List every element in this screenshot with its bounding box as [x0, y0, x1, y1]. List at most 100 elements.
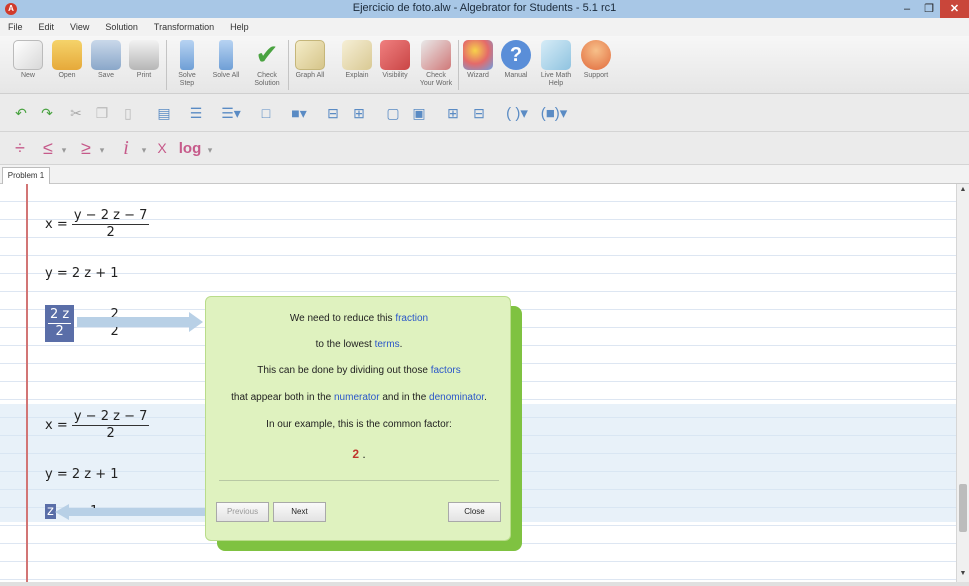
check-your-work-button[interactable]: Check Your Work [416, 38, 456, 92]
dialog-divider [219, 480, 499, 481]
menu-transformation[interactable]: Transformation [154, 22, 214, 32]
menu-view[interactable]: View [70, 22, 89, 32]
menu-file[interactable]: File [8, 22, 23, 32]
app-window: A Ejercicio de foto.alw - Algebrator for… [0, 0, 969, 586]
divide-button[interactable]: ÷ [10, 136, 30, 160]
imaginary-button[interactable]: i [118, 136, 134, 160]
matrix-icon[interactable]: ⊞ [442, 101, 464, 125]
undo-icon[interactable]: ↶ [10, 101, 32, 125]
geq-button[interactable]: ≥ [76, 136, 96, 160]
title-bar: A Ejercicio de foto.alw - Algebrator for… [0, 0, 969, 18]
menu-solution[interactable]: Solution [105, 22, 138, 32]
row-insert-icon[interactable]: ⊟ [322, 101, 344, 125]
menu-help[interactable]: Help [230, 22, 249, 32]
wizard-button[interactable]: Wizard [460, 38, 496, 92]
cut-icon[interactable]: ✂ [66, 101, 86, 125]
dialog-line-5: In our example, this is the common facto… [266, 419, 452, 430]
window-bottom-edge [0, 582, 969, 586]
problem-tab-bar: Problem 1 [0, 165, 969, 184]
link-factors[interactable]: factors [431, 365, 461, 376]
print-button[interactable]: Print [126, 38, 162, 92]
explanation-dialog: We need to reduce this fraction to the l… [205, 296, 511, 541]
redo-icon[interactable]: ↷ [36, 101, 58, 125]
copy-icon[interactable]: ❐ [92, 101, 112, 125]
row-delete-icon[interactable]: ⊞ [348, 101, 370, 125]
double-down-arrow-icon [219, 40, 233, 70]
parentheses-dropdown-icon[interactable]: ( )▾ [500, 101, 534, 125]
close-button[interactable]: ✕ [940, 0, 969, 18]
dialog-line-2: to the lowest terms. [315, 339, 403, 350]
previous-button[interactable]: Previous [216, 502, 269, 522]
box-filled-dropdown-icon[interactable]: ■▾ [282, 101, 316, 125]
vertical-scrollbar[interactable]: ▲ ▼ [956, 184, 969, 582]
layout-stack-icon[interactable]: ▤ [152, 101, 176, 125]
highlighted-fraction[interactable]: 2 z 2 [45, 305, 75, 342]
link-denominator[interactable]: denominator [429, 392, 484, 403]
link-terms[interactable]: terms [375, 339, 400, 350]
toolbar-separator [458, 40, 459, 90]
equation-lhs: x = [45, 217, 68, 232]
minimize-button[interactable]: – [896, 0, 918, 18]
matrix-alt-icon[interactable]: ⊟ [468, 101, 490, 125]
new-document-icon [13, 40, 43, 70]
maximize-button[interactable]: ❐ [918, 0, 940, 18]
box-icon[interactable]: □ [254, 101, 278, 125]
next-button[interactable]: Next [273, 502, 326, 522]
chevron-down-icon[interactable]: ▾ [204, 138, 216, 162]
frame-icon[interactable]: ▢ [382, 101, 404, 125]
tab-problem-1[interactable]: Problem 1 [2, 167, 50, 184]
menu-edit[interactable]: Edit [39, 22, 55, 32]
check-solution-button[interactable]: ✔ Check Solution [248, 38, 286, 92]
link-numerator[interactable]: numerator [334, 392, 380, 403]
save-button[interactable]: Save [88, 38, 124, 92]
arrow-left-icon [55, 504, 205, 520]
operator-toolbar: ÷ ≤ ▾ ≥ ▾ i ▾ X log ▾ [0, 132, 969, 165]
scroll-down-icon[interactable]: ▼ [957, 568, 969, 580]
equation-1[interactable]: x = y − 2 z − 7 2 [45, 208, 150, 241]
new-button[interactable]: New [10, 38, 46, 92]
equation-lhs: x = [45, 418, 68, 433]
dialog-close-button[interactable]: Close [448, 502, 501, 522]
solve-step-button[interactable]: Solve Step [170, 38, 204, 92]
dialog-line-1: We need to reduce this fraction [289, 313, 429, 324]
graph-all-button[interactable]: Graph All [290, 38, 330, 92]
chevron-down-icon[interactable]: ▾ [96, 138, 108, 162]
manual-button[interactable]: ? Manual [498, 38, 534, 92]
worksheet[interactable]: x = y − 2 z − 7 2 y = 2 z + 1 2 z 2 = − … [0, 184, 956, 582]
menu-bar: File Edit View Solution Transformation H… [0, 18, 969, 36]
link-fraction[interactable]: fraction [395, 313, 428, 324]
explain-icon [342, 40, 372, 70]
denominator: 2 [106, 426, 115, 441]
visibility-button[interactable]: Visibility [376, 38, 414, 92]
chevron-down-icon[interactable]: ▾ [138, 138, 150, 162]
frame-filled-icon[interactable]: ▣ [408, 101, 430, 125]
down-arrow-icon [180, 40, 194, 70]
leq-button[interactable]: ≤ [38, 136, 58, 160]
window-title: Ejercicio de foto.alw - Algebrator for S… [352, 2, 617, 14]
chevron-down-icon[interactable]: ▾ [58, 138, 70, 162]
toolbar-separator [288, 40, 289, 90]
dialog-line-4: that appear both in the numerator and in… [231, 392, 487, 403]
numerator: y − 2 z − 7 [71, 208, 150, 225]
explain-button[interactable]: Explain [338, 38, 376, 92]
equation-2[interactable]: y = 2 z + 1 [45, 266, 119, 281]
numerator: 2 z [48, 307, 72, 324]
layout-rows-icon[interactable]: ☰ [184, 101, 208, 125]
scroll-thumb[interactable] [959, 484, 967, 532]
paste-icon[interactable]: ▯ [118, 101, 138, 125]
align-dropdown-icon[interactable]: ☰▾ [214, 101, 248, 125]
support-person-icon [581, 40, 611, 70]
subscript-button[interactable]: X [152, 136, 172, 160]
scroll-up-icon[interactable]: ▲ [957, 184, 969, 196]
open-button[interactable]: Open [48, 38, 86, 92]
support-button[interactable]: Support [578, 38, 614, 92]
equation-4[interactable]: x = y − 2 z − 7 2 [45, 409, 150, 442]
solve-all-button[interactable]: Solve All [206, 38, 246, 92]
log-button[interactable]: log [176, 136, 204, 160]
visibility-icon [380, 40, 410, 70]
margin-line [26, 184, 28, 582]
parentheses-filled-dropdown-icon[interactable]: (■)▾ [536, 101, 572, 125]
live-math-help-button[interactable]: Live Math Help [536, 38, 576, 92]
floppy-icon [91, 40, 121, 70]
equation-5[interactable]: y = 2 z + 1 [45, 467, 119, 482]
